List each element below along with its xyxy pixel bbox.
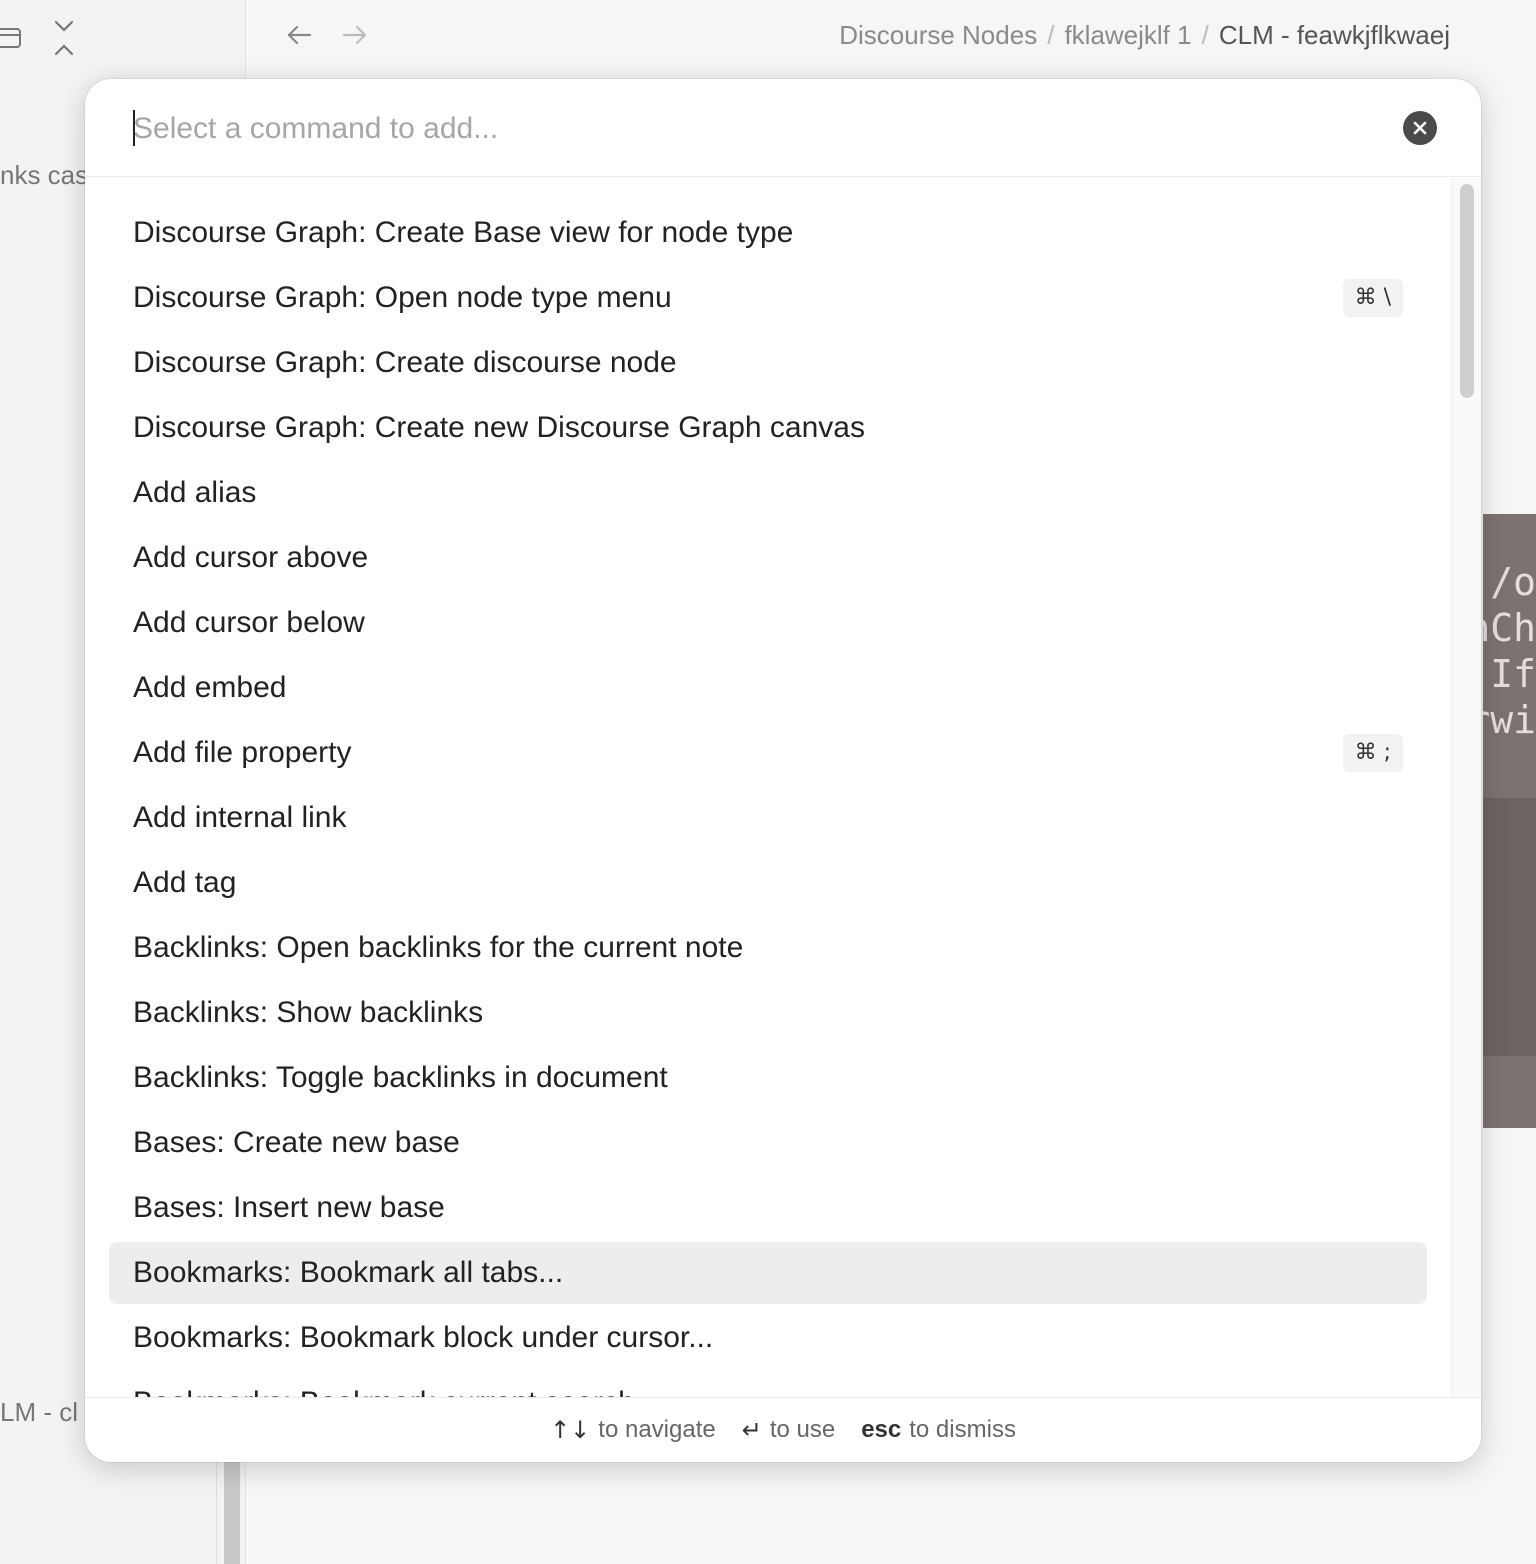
dismiss-label: to dismiss — [909, 1416, 1016, 1443]
collapse-icon[interactable] — [52, 18, 76, 58]
text-caret — [133, 110, 135, 146]
command-label: Backlinks: Toggle backlinks in document — [133, 1061, 668, 1094]
breadcrumb-current[interactable]: CLM - feawkjflkwaej — [1219, 20, 1450, 51]
code-line: rwi — [1483, 698, 1536, 742]
instructions-footer: ↑↓ to navigate ↵ to use esc to dismiss — [85, 1397, 1481, 1462]
breadcrumb-item[interactable]: fklawejklf 1 — [1064, 20, 1191, 51]
hotkey-badge: ⌘ ; — [1342, 734, 1403, 772]
command-label: Backlinks: Show backlinks — [133, 996, 484, 1029]
command-label: Add cursor above — [133, 541, 369, 574]
sidebar-scrollbar[interactable] — [224, 1460, 240, 1564]
command-item[interactable]: Backlinks: Open backlinks for the curren… — [109, 917, 1427, 979]
command-item[interactable]: Discourse Graph: Create Base view for no… — [109, 202, 1427, 264]
breadcrumb-separator: / — [1201, 20, 1209, 50]
navigate-keys: ↑↓ — [550, 1416, 591, 1444]
command-item[interactable]: Add cursor above — [109, 527, 1427, 589]
command-item[interactable]: Bases: Create new base — [109, 1112, 1427, 1174]
command-label: Bases: Create new base — [133, 1126, 460, 1159]
command-item[interactable]: Add file property ⌘ ; — [109, 722, 1427, 784]
command-item[interactable]: Bookmarks: Bookmark current search... — [109, 1372, 1427, 1397]
command-search-input[interactable] — [133, 105, 1383, 153]
divider — [216, 1460, 217, 1564]
command-palette-modal: Discourse Graph: Create Base view for no… — [85, 79, 1481, 1462]
command-label: Add embed — [133, 671, 287, 704]
use-label: to use — [769, 1416, 836, 1443]
file-tree-snippet: nks cas — [0, 160, 89, 190]
command-item[interactable]: Add tag — [109, 852, 1427, 914]
code-band — [1483, 1056, 1536, 1128]
command-item[interactable]: Backlinks: Toggle backlinks in document — [109, 1047, 1427, 1109]
forward-arrow-icon[interactable] — [340, 20, 370, 50]
command-label: Discourse Graph: Create discourse node — [133, 346, 677, 379]
code-line: /o — [1490, 560, 1536, 604]
background-code-block: /o nCh If rwi — [1483, 514, 1536, 1128]
command-label: Add tag — [133, 866, 237, 899]
command-item[interactable]: Backlinks: Show backlinks — [109, 982, 1427, 1044]
command-item[interactable]: Add alias — [109, 462, 1427, 524]
code-line: nCh — [1483, 606, 1536, 650]
command-label: Backlinks: Open backlinks for the curren… — [133, 931, 744, 964]
command-list-scrollbar[interactable] — [1451, 178, 1481, 1397]
command-label: Bookmarks: Bookmark all tabs... — [133, 1256, 564, 1289]
command-label: Add alias — [133, 476, 257, 509]
command-item[interactable]: Add internal link — [109, 787, 1427, 849]
command-label: Discourse Graph: Create new Discourse Gr… — [133, 411, 865, 444]
navigate-label: to navigate — [598, 1416, 716, 1443]
left-sidebar-toolbar — [0, 18, 76, 58]
command-item[interactable]: Discourse Graph: Open node type menu ⌘ \ — [109, 267, 1427, 329]
enter-key-icon: ↵ — [741, 1416, 762, 1444]
command-label: Add file property — [133, 736, 352, 769]
navigate-hint: ↑↓ to navigate — [550, 1416, 716, 1444]
code-line: If — [1490, 652, 1536, 696]
command-label: Discourse Graph: Open node type menu — [133, 281, 672, 314]
esc-key: esc — [861, 1416, 902, 1443]
breadcrumb-separator: / — [1047, 20, 1055, 50]
close-icon — [1413, 121, 1427, 135]
command-item[interactable]: Add cursor below — [109, 592, 1427, 654]
file-tree-snippet: LM - cl — [0, 1397, 78, 1427]
command-label: Add cursor below — [133, 606, 365, 639]
command-item[interactable]: Discourse Graph: Create new Discourse Gr… — [109, 397, 1427, 459]
use-hint: ↵ to use — [742, 1416, 836, 1444]
command-item[interactable]: Bookmarks: Bookmark block under cursor..… — [109, 1307, 1427, 1369]
clear-search-button[interactable] — [1403, 111, 1437, 145]
command-label: Bookmarks: Bookmark block under cursor..… — [133, 1321, 714, 1354]
command-item[interactable]: Add embed — [109, 657, 1427, 719]
command-label: Bookmarks: Bookmark current search... — [133, 1386, 660, 1397]
breadcrumb: Discourse Nodes / fklawejklf 1 / CLM - f… — [839, 20, 1450, 51]
editor-header: Discourse Nodes / fklawejklf 1 / CLM - f… — [246, 0, 1536, 72]
command-label: Discourse Graph: Create Base view for no… — [133, 216, 794, 249]
command-label: Add internal link — [133, 801, 347, 834]
command-list: Discourse Graph: Create Base view for no… — [85, 178, 1451, 1397]
sidebar-toggle-icon[interactable] — [0, 26, 22, 50]
command-item[interactable]: Bases: Insert new base — [109, 1177, 1427, 1239]
back-arrow-icon[interactable] — [284, 20, 314, 50]
dismiss-hint: esc to dismiss — [861, 1416, 1016, 1444]
scrollbar-thumb[interactable] — [1460, 184, 1474, 398]
hotkey-badge: ⌘ \ — [1342, 279, 1403, 317]
breadcrumb-item[interactable]: Discourse Nodes — [839, 20, 1037, 51]
command-item[interactable]: Bookmarks: Bookmark all tabs... — [109, 1242, 1427, 1304]
search-row — [85, 79, 1481, 177]
command-label: Bases: Insert new base — [133, 1191, 445, 1224]
command-item[interactable]: Discourse Graph: Create discourse node — [109, 332, 1427, 394]
